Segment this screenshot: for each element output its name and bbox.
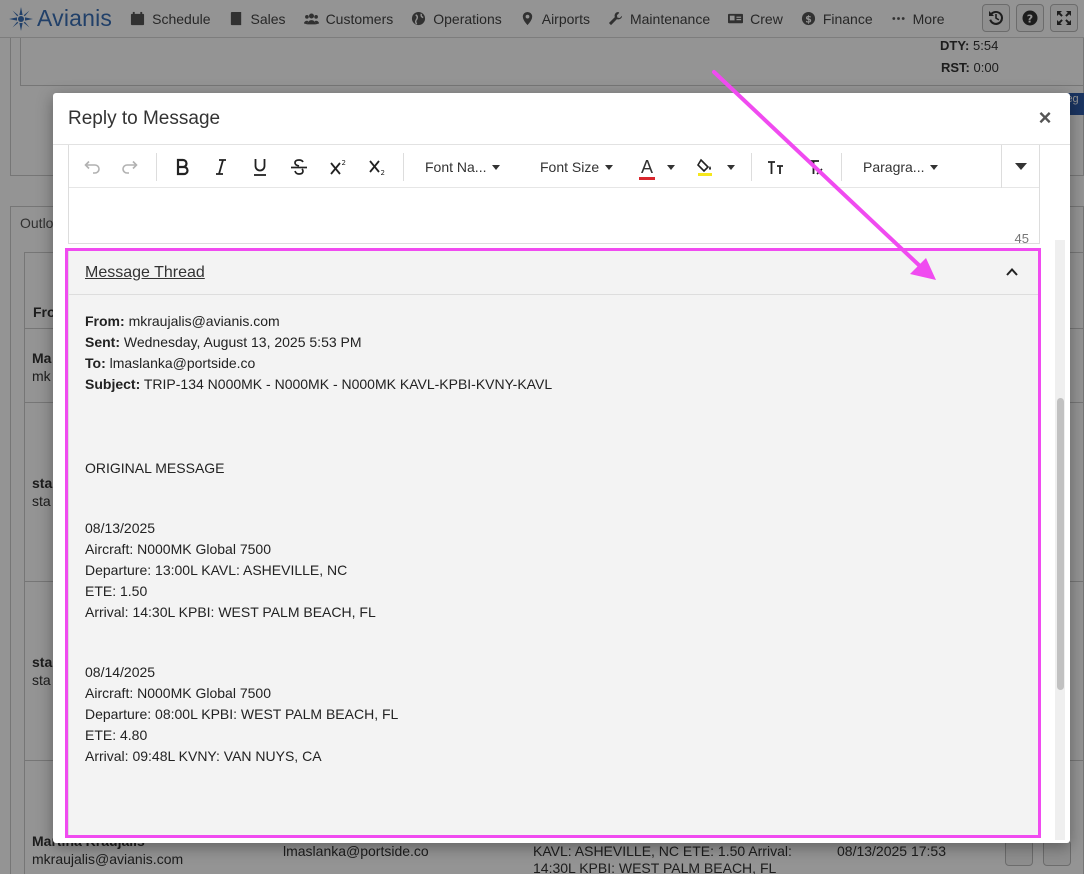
- strikethrough-icon: [291, 159, 307, 175]
- undo-button[interactable]: [79, 153, 105, 181]
- subscript-icon: 2: [369, 160, 385, 177]
- change-case-icon: [768, 161, 783, 174]
- highlight-color-button[interactable]: [697, 153, 735, 181]
- underline-button[interactable]: [247, 153, 273, 181]
- caret-down-icon: [1014, 163, 1027, 170]
- bold-icon: [176, 158, 189, 176]
- subscript-button[interactable]: 2: [364, 153, 390, 181]
- italic-button[interactable]: [208, 153, 234, 181]
- paint-bucket-icon: [697, 158, 712, 176]
- clear-formatting-icon: [808, 160, 823, 175]
- undo-icon: [84, 160, 100, 174]
- chevron-down-icon: [605, 164, 614, 170]
- chevron-down-icon: [727, 164, 735, 170]
- paragraph-dropdown[interactable]: Paragra...: [863, 153, 939, 181]
- font-size-label: Font Size: [540, 159, 600, 175]
- text-color-button[interactable]: A: [639, 153, 675, 181]
- redo-button[interactable]: [117, 153, 143, 181]
- chevron-down-icon: [492, 164, 501, 170]
- toolbar-divider: [156, 153, 157, 181]
- character-count: 45: [1014, 231, 1029, 246]
- toolbar-divider: [403, 153, 404, 181]
- clear-formatting-button[interactable]: [802, 153, 828, 181]
- toolbar-divider: [841, 153, 842, 181]
- editor-toolbar: 2 2 Font Na... Font Size A Paragra...: [69, 145, 1039, 188]
- font-name-label: Font Na...: [425, 159, 487, 175]
- close-icon[interactable]: ×: [1036, 107, 1054, 129]
- paragraph-label: Paragra...: [863, 159, 925, 175]
- highlight-box: [65, 248, 1041, 838]
- superscript-button[interactable]: 2: [325, 153, 351, 181]
- toolbar-divider: [751, 153, 752, 181]
- rich-text-editor[interactable]: 2 2 Font Na... Font Size A Paragra... 45: [68, 145, 1040, 246]
- font-size-dropdown[interactable]: Font Size: [540, 153, 614, 181]
- svg-text:2: 2: [342, 159, 346, 167]
- modal-scrollbar[interactable]: [1055, 240, 1065, 840]
- font-name-dropdown[interactable]: Font Na...: [425, 153, 501, 181]
- strikethrough-button[interactable]: [286, 153, 312, 181]
- svg-text:2: 2: [381, 169, 385, 177]
- redo-icon: [122, 160, 138, 174]
- bold-button[interactable]: [169, 153, 195, 181]
- scrollbar-thumb[interactable]: [1057, 398, 1064, 690]
- change-case-button[interactable]: [763, 153, 789, 181]
- chevron-down-icon: [667, 164, 675, 170]
- chevron-down-icon: [930, 164, 939, 170]
- toolbar-more-button[interactable]: [1001, 145, 1039, 188]
- text-color-icon: A: [639, 158, 655, 180]
- modal-title: Reply to Message: [68, 108, 221, 129]
- underline-icon: [254, 159, 266, 176]
- superscript-icon: 2: [330, 159, 346, 175]
- modal-header: Reply to Message ×: [53, 93, 1070, 145]
- italic-icon: [216, 159, 226, 175]
